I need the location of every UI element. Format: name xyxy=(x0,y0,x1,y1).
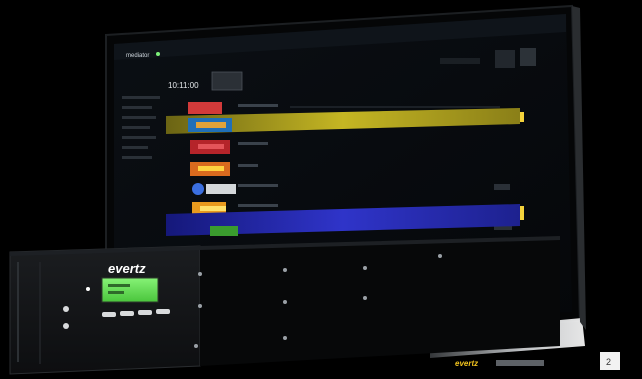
app-title: mediator xyxy=(126,53,149,59)
sidebar-item[interactable] xyxy=(122,96,160,99)
port xyxy=(198,304,202,308)
monitor-brand-logo: evertz xyxy=(455,359,478,368)
device-button[interactable] xyxy=(156,309,170,314)
device-knob[interactable] xyxy=(63,323,69,329)
led-indicator xyxy=(86,287,90,291)
port xyxy=(283,336,287,340)
sidebar-item[interactable] xyxy=(122,136,156,139)
monitor-model-plate xyxy=(496,360,544,366)
device-logo: evertz xyxy=(108,261,146,276)
port xyxy=(363,296,367,300)
port xyxy=(283,300,287,304)
clock-readout: 10:11:00 xyxy=(168,81,199,90)
device-knob[interactable] xyxy=(63,306,69,312)
device-button[interactable] xyxy=(120,311,134,316)
port xyxy=(438,254,442,258)
device-button[interactable] xyxy=(138,310,152,315)
corner-badge-label: 2 xyxy=(606,357,611,367)
sidebar-item[interactable] xyxy=(122,146,148,149)
port xyxy=(283,268,287,272)
sidebar-item[interactable] xyxy=(122,116,156,119)
toolbar-strip xyxy=(440,58,480,64)
status-indicator-icon xyxy=(156,52,160,56)
port xyxy=(198,272,202,276)
control-button[interactable] xyxy=(495,50,515,68)
sidebar-item[interactable] xyxy=(122,156,152,159)
device-display xyxy=(101,277,159,303)
port xyxy=(363,266,367,270)
port xyxy=(194,344,198,348)
sidebar-item[interactable] xyxy=(122,106,152,109)
preview-box[interactable] xyxy=(211,71,243,91)
device-button[interactable] xyxy=(102,312,116,317)
control-button[interactable] xyxy=(520,48,536,66)
sidebar-item[interactable] xyxy=(122,126,150,129)
product-photo: mediator 10:11:00 evertz evertz 2 xyxy=(0,0,642,379)
monitor-illustration: mediator 10:11:00 evertz evertz 2 xyxy=(9,4,620,375)
